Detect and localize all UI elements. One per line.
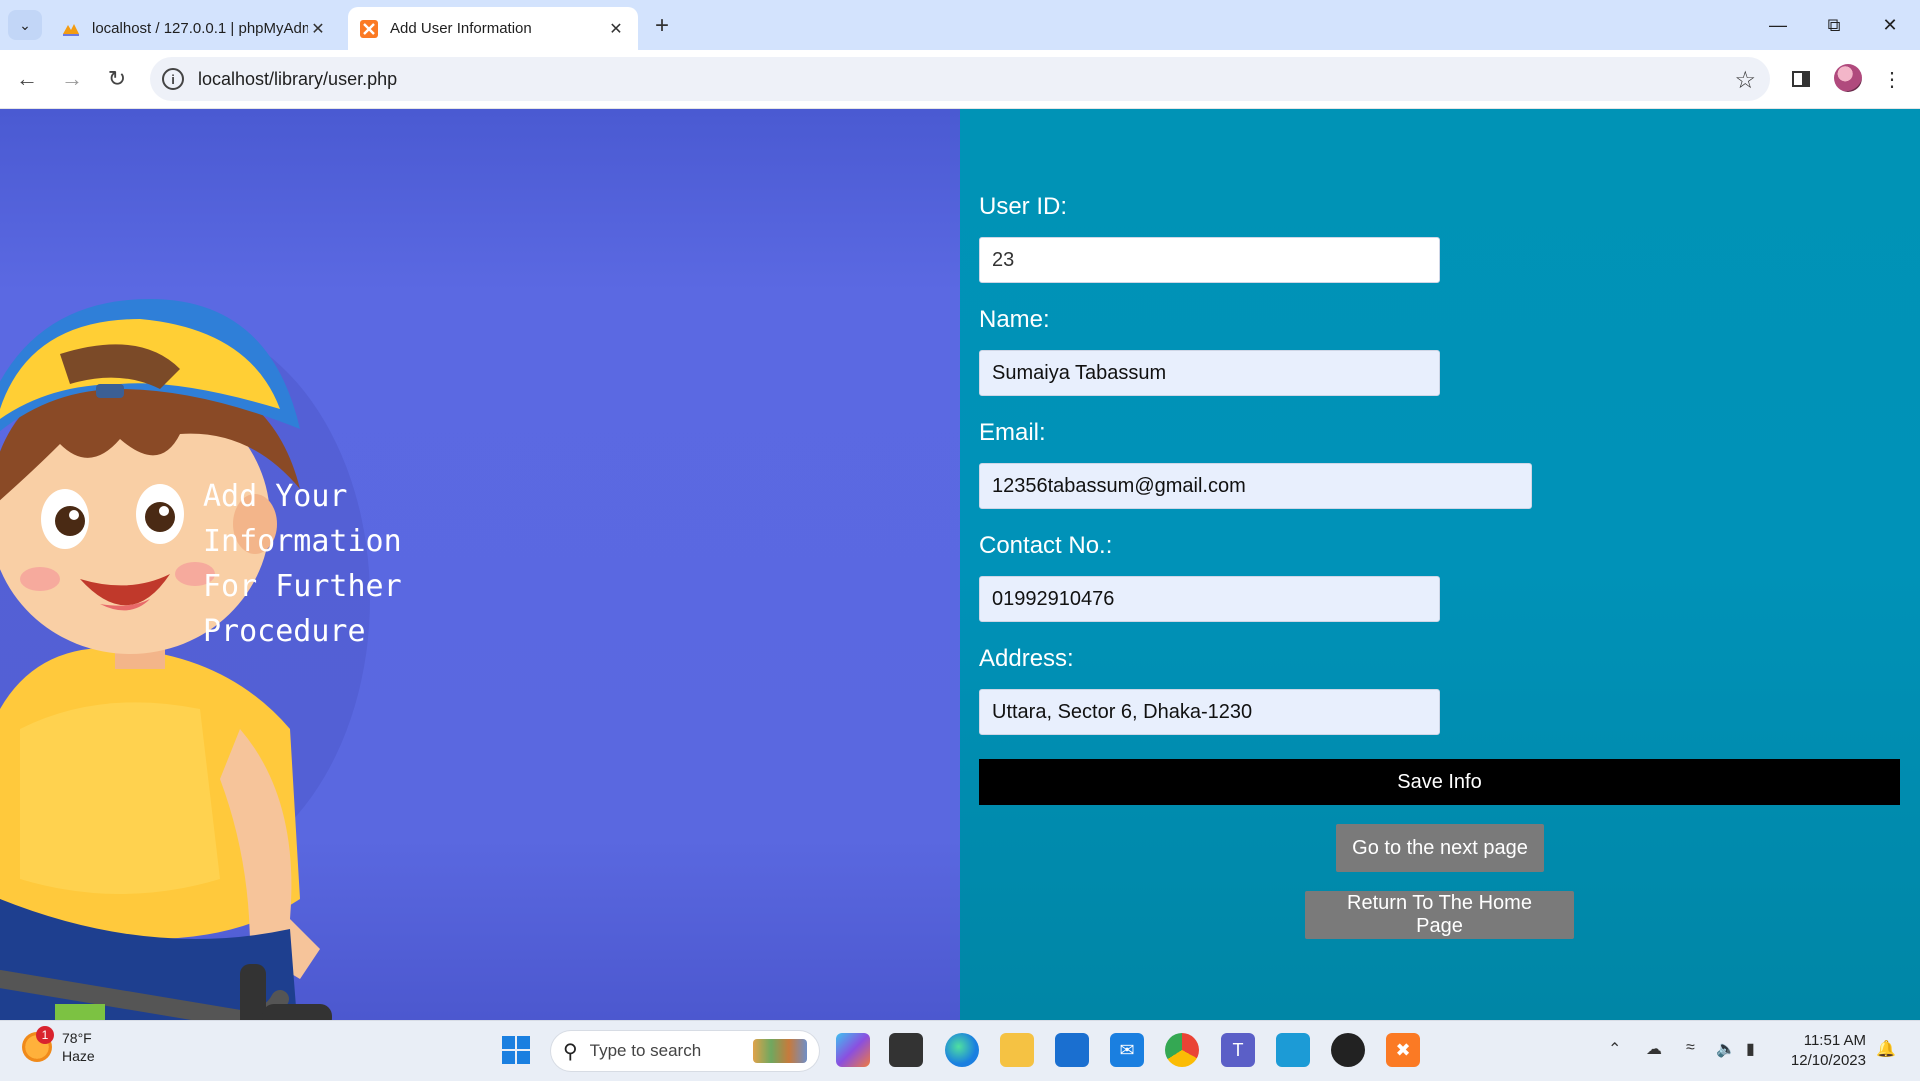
tab-phpmyadmin[interactable]: localhost / 127.0.0.1 | phpMyAdmin ✕	[50, 7, 340, 50]
taskbar-search[interactable]: ⚲ Type to search	[551, 1031, 819, 1071]
search-icon: ⚲	[563, 1040, 578, 1063]
copilot-icon[interactable]	[836, 1033, 870, 1067]
restore-icon: ⧉	[1827, 14, 1841, 35]
minimize-icon: —	[1769, 14, 1787, 35]
profile-avatar[interactable]	[1834, 64, 1862, 92]
return-home-button[interactable]: Return To The Home Page	[1305, 891, 1574, 939]
phpmyadmin-icon	[63, 23, 79, 36]
github-icon[interactable]	[1331, 1033, 1365, 1067]
side-panel-icon[interactable]	[1786, 64, 1816, 94]
restore-button[interactable]: ⧉	[1806, 0, 1862, 50]
edge-icon[interactable]	[945, 1033, 979, 1067]
search-highlight-image	[753, 1039, 807, 1063]
clock-time: 11:51 AM	[1803, 1032, 1866, 1049]
xampp-taskbar-icon[interactable]: ✖	[1386, 1033, 1420, 1067]
browser-toolbar: ← → ↻ i localhost/library/user.php ☆ ⋮	[0, 50, 1920, 109]
hero-panel: Add Your Information For Further Procedu…	[0, 109, 960, 1020]
weather-sun-icon: 1	[22, 1026, 54, 1062]
close-tab-icon[interactable]: ✕	[308, 19, 328, 39]
battery-icon[interactable]: ▮	[1746, 1039, 1755, 1059]
user-id-input[interactable]	[979, 237, 1440, 283]
hero-line: Information	[203, 524, 402, 559]
mail-icon[interactable]: ✉	[1110, 1033, 1144, 1067]
more-menu-icon[interactable]: ⋮	[1877, 64, 1907, 94]
address-label: Address:	[979, 645, 1074, 672]
wifi-icon[interactable]: ≈	[1686, 1039, 1695, 1057]
address-input[interactable]	[979, 689, 1440, 735]
tab-title: localhost / 127.0.0.1 | phpMyAdmin	[92, 20, 308, 37]
forward-button[interactable]: →	[55, 62, 89, 96]
tab-add-user-information[interactable]: Add User Information ✕	[348, 7, 638, 50]
bookmark-star-icon[interactable]: ☆	[1734, 66, 1756, 95]
onedrive-icon[interactable]: ☁	[1646, 1039, 1662, 1059]
url-text[interactable]: localhost/library/user.php	[198, 69, 397, 90]
file-explorer-icon[interactable]	[1000, 1033, 1034, 1067]
email-input[interactable]	[979, 463, 1532, 509]
name-label: Name:	[979, 306, 1050, 333]
notification-badge: 1	[36, 1026, 54, 1044]
reload-icon: ↻	[107, 66, 127, 91]
new-tab-button[interactable]: +	[646, 10, 678, 42]
arrow-right-icon: →	[61, 66, 83, 91]
save-info-button[interactable]: Save Info	[979, 759, 1900, 805]
user-id-label: User ID:	[979, 193, 1068, 220]
remote-desktop-icon[interactable]	[1276, 1033, 1310, 1067]
contact-label: Contact No.:	[979, 532, 1113, 559]
windows-icon	[502, 1036, 530, 1064]
plus-icon: +	[654, 12, 669, 39]
reload-button[interactable]: ↻	[100, 62, 134, 96]
chevron-up-icon[interactable]: ⌃	[1608, 1039, 1621, 1059]
hero-line: Add Your	[203, 479, 348, 514]
site-info-icon[interactable]: i	[162, 68, 184, 90]
microsoft-store-icon[interactable]	[1055, 1033, 1089, 1067]
system-clock[interactable]: 11:51 AM 12/10/2023	[1786, 1031, 1866, 1071]
notification-bell-icon[interactable]: 🔔	[1876, 1039, 1896, 1059]
xampp-icon	[360, 19, 378, 38]
close-icon: ✕	[1882, 14, 1898, 35]
volume-icon[interactable]: 🔈	[1716, 1039, 1736, 1059]
taskbar-search-placeholder: Type to search	[589, 1041, 702, 1060]
start-button[interactable]	[499, 1033, 533, 1067]
windows-taskbar: 1 78°F Haze ⚲ Type to search ✉ T ✖ ⌃ ☁ ≈…	[0, 1020, 1920, 1081]
name-input[interactable]	[979, 350, 1440, 396]
teams-icon[interactable]: T	[1221, 1033, 1255, 1067]
weather-widget[interactable]: 1 78°F Haze	[22, 1026, 95, 1065]
weather-desc: Haze	[62, 1048, 95, 1064]
hero-heading: Add Your Information For Further Procedu…	[203, 474, 503, 654]
weather-temp: 78°F	[62, 1030, 92, 1046]
next-page-button[interactable]: Go to the next page	[1336, 824, 1544, 872]
email-label: Email:	[979, 419, 1046, 446]
minimize-button[interactable]: —	[1750, 0, 1806, 50]
chevron-down-icon: ⌄	[19, 16, 31, 33]
hero-line: For Further	[203, 569, 402, 604]
back-button[interactable]: ←	[10, 62, 44, 96]
page-content: Add Your Information For Further Procedu…	[0, 109, 1920, 1020]
close-tab-icon[interactable]: ✕	[606, 19, 626, 39]
chrome-icon[interactable]	[1165, 1033, 1199, 1067]
hero-line: Procedure	[203, 614, 366, 649]
tab-title: Add User Information	[390, 20, 532, 37]
clock-date: 12/10/2023	[1790, 1052, 1866, 1069]
arrow-left-icon: ←	[16, 66, 38, 91]
tab-search-button[interactable]: ⌄	[8, 10, 42, 40]
close-window-button[interactable]: ✕	[1862, 0, 1918, 50]
contact-input[interactable]	[979, 576, 1440, 622]
tab-strip: ⌄ localhost / 127.0.0.1 | phpMyAdmin ✕ A…	[0, 0, 1920, 50]
address-bar[interactable]: i localhost/library/user.php ☆	[150, 57, 1770, 101]
task-view-icon[interactable]	[889, 1033, 923, 1067]
